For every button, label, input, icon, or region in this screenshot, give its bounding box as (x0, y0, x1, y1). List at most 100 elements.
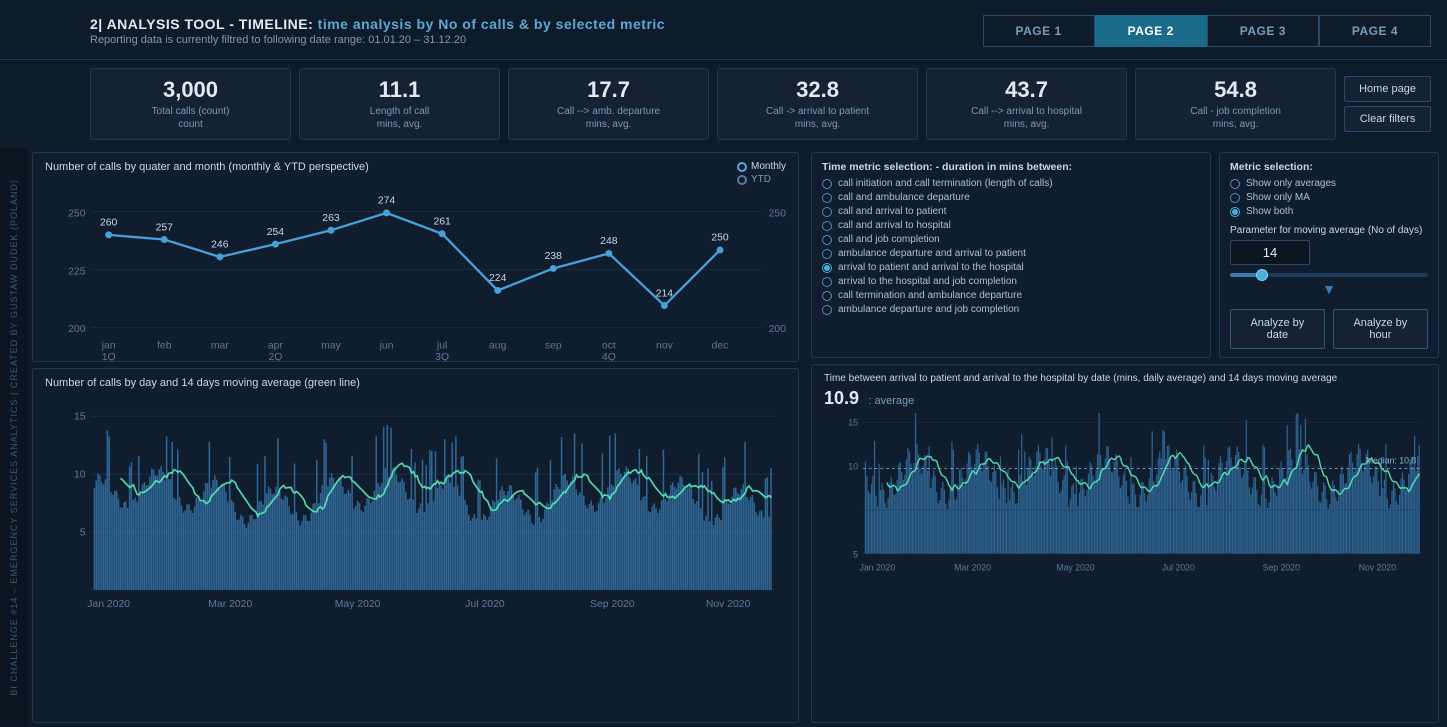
svg-text:5: 5 (80, 528, 86, 539)
daily-chart-svg: 15 10 5 Jan 2020 Mar 2020 May 2020 Jul 2… (45, 393, 786, 625)
tab-page3[interactable]: PAGE 3 (1207, 15, 1319, 47)
clear-filters-button[interactable]: Clear filters (1344, 106, 1431, 132)
radio-8[interactable] (822, 291, 832, 301)
metric-opt-label-0: Show only averages (1246, 178, 1336, 189)
metric-opt-label-2: Show both (1246, 206, 1293, 217)
svg-text:257: 257 (156, 223, 174, 234)
metric-label-3: Call -> arrival to patientmins, avg. (730, 105, 905, 131)
metric-value-0: 3,000 (103, 77, 278, 103)
title-prefix: 2| ANALYSIS TOOL - TIMELINE: (90, 16, 313, 32)
metric-card-3: 32.8 Call -> arrival to patientmins, avg… (717, 68, 918, 140)
time-option-4[interactable]: call and job completion (822, 234, 1200, 245)
svg-text:dec: dec (712, 341, 729, 352)
metric-selection-title: Metric selection: (1230, 161, 1428, 173)
slider-container[interactable] (1230, 273, 1428, 277)
time-metric-panel: Time metric selection: - duration in min… (811, 152, 1211, 358)
svg-text:jun: jun (379, 341, 394, 352)
time-option-label-2: call and arrival to patient (838, 206, 946, 217)
metric-options: Show only averages Show only MA Show bot… (1230, 178, 1428, 217)
radio-4[interactable] (822, 235, 832, 245)
slider-thumb[interactable] (1256, 269, 1268, 281)
tab-page4[interactable]: PAGE 4 (1319, 15, 1431, 47)
time-option-0[interactable]: call initiation and call termination (le… (822, 178, 1200, 189)
daily-chart-title: Number of calls by day and 14 days movin… (45, 377, 786, 389)
svg-text:Nov 2020: Nov 2020 (706, 600, 751, 611)
svg-text:254: 254 (267, 227, 285, 238)
time-option-label-9: ambulance departure and job completion (838, 304, 1019, 315)
time-option-label-8: call termination and ambulance departure (838, 290, 1022, 301)
metric-card-4: 43.7 Call --> arrival to hospitalmins, a… (926, 68, 1127, 140)
radio-0[interactable] (822, 179, 832, 189)
svg-text:15: 15 (74, 412, 86, 423)
time-option-6[interactable]: arrival to patient and arrival to the ho… (822, 262, 1200, 273)
svg-text:Mar 2020: Mar 2020 (208, 600, 252, 611)
svg-text:Jul 2020: Jul 2020 (1162, 563, 1195, 573)
metric-card-2: 17.7 Call --> amb. departuremins, avg. (508, 68, 709, 140)
radio-7[interactable] (822, 277, 832, 287)
metric-card-1: 11.1 Length of callmins, avg. (299, 68, 500, 140)
metric-value-1: 11.1 (312, 77, 487, 103)
radio-9[interactable] (822, 305, 832, 315)
legend-monthly: Monthly (737, 161, 786, 172)
radio-3[interactable] (822, 221, 832, 231)
radio-5[interactable] (822, 249, 832, 259)
svg-text:May 2020: May 2020 (1056, 563, 1094, 573)
page-title: 2| ANALYSIS TOOL - TIMELINE: time analys… (90, 16, 983, 32)
slider-track[interactable] (1230, 273, 1428, 277)
svg-text:214: 214 (656, 289, 674, 300)
svg-text:238: 238 (545, 252, 563, 263)
analyze-by-hour-button[interactable]: Analyze by hour (1333, 309, 1428, 349)
svg-text:15: 15 (848, 418, 858, 428)
metric-radio-2[interactable] (1230, 207, 1240, 217)
metric-label-5: Call - job completionmins, avg. (1148, 105, 1323, 131)
svg-text:3Q: 3Q (435, 352, 449, 362)
svg-text:225: 225 (68, 267, 86, 278)
metric-opt-2[interactable]: Show both (1230, 206, 1428, 217)
metric-label-1: Length of callmins, avg. (312, 105, 487, 131)
content-area: BI CHALLENGE #14 – EMERGENCY SERVICES AN… (0, 148, 1447, 727)
time-option-9[interactable]: ambulance departure and job completion (822, 304, 1200, 315)
radio-2[interactable] (822, 207, 832, 217)
metric-opt-1[interactable]: Show only MA (1230, 192, 1428, 203)
monthly-chart-title: Number of calls by quater and month (mon… (45, 161, 786, 173)
monthly-chart-legend: Monthly YTD (737, 161, 786, 187)
time-option-7[interactable]: arrival to the hospital and job completi… (822, 276, 1200, 287)
daily-chart: Number of calls by day and 14 days movin… (32, 368, 799, 723)
ma-input[interactable] (1230, 240, 1310, 265)
time-option-label-1: call and ambulance departure (838, 192, 970, 203)
analyze-buttons: Analyze by date Analyze by hour (1230, 309, 1428, 349)
metric-radio-0[interactable] (1230, 179, 1240, 189)
sidebar-label: BI CHALLENGE #14 – EMERGENCY SERVICES AN… (0, 148, 28, 727)
legend-monthly-label: Monthly (751, 161, 786, 172)
svg-text:May 2020: May 2020 (335, 600, 381, 611)
metric-opt-0[interactable]: Show only averages (1230, 178, 1428, 189)
svg-text:246: 246 (211, 240, 229, 251)
home-page-button[interactable]: Home page (1344, 76, 1431, 102)
time-option-5[interactable]: ambulance departure and arrival to patie… (822, 248, 1200, 259)
right-bottom-chart: Time between arrival to patient and arri… (811, 364, 1439, 723)
svg-text:Nov 2020: Nov 2020 (1359, 563, 1396, 573)
radio-1[interactable] (822, 193, 832, 203)
tab-page1[interactable]: PAGE 1 (983, 15, 1095, 47)
avg-row: 10.9 : average (824, 388, 1426, 409)
svg-text:10: 10 (74, 470, 86, 481)
radio-6[interactable] (822, 263, 832, 273)
tab-page2[interactable]: PAGE 2 (1095, 15, 1207, 47)
metric-value-2: 17.7 (521, 77, 696, 103)
metric-radio-1[interactable] (1230, 193, 1240, 203)
svg-text:250: 250 (711, 233, 729, 244)
right-bottom-chart-title: Time between arrival to patient and arri… (824, 373, 1426, 384)
time-option-label-7: arrival to the hospital and job completi… (838, 276, 1017, 287)
metric-value-3: 32.8 (730, 77, 905, 103)
metric-card-5: 54.8 Call - job completionmins, avg. (1135, 68, 1336, 140)
page-tabs: PAGE 1 PAGE 2 PAGE 3 PAGE 4 (983, 15, 1432, 47)
time-option-label-4: call and job completion (838, 234, 940, 245)
time-option-3[interactable]: call and arrival to hospital (822, 220, 1200, 231)
chevron-down-icon: ▼ (1230, 281, 1428, 297)
time-option-8[interactable]: call termination and ambulance departure (822, 290, 1200, 301)
analyze-by-date-button[interactable]: Analyze by date (1230, 309, 1325, 349)
svg-text:250: 250 (769, 209, 786, 220)
time-option-2[interactable]: call and arrival to patient (822, 206, 1200, 217)
time-option-1[interactable]: call and ambulance departure (822, 192, 1200, 203)
right-top: Time metric selection: - duration in min… (811, 152, 1439, 358)
